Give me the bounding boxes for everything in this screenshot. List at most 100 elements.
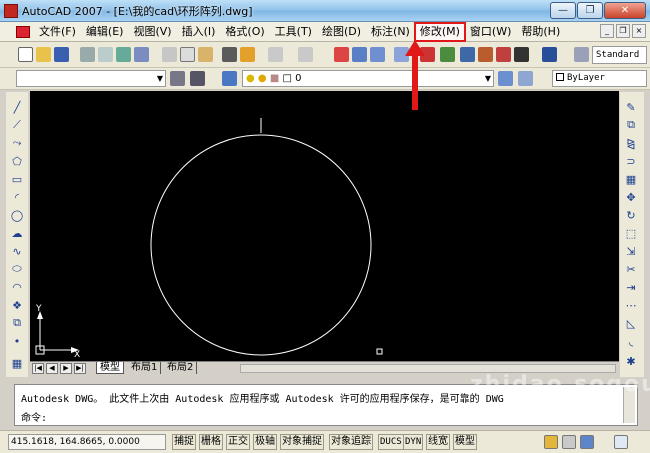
ortho-toggle[interactable]: 正交: [226, 434, 250, 450]
redo-icon[interactable]: [298, 47, 313, 62]
insert-block-icon[interactable]: ❖: [10, 298, 24, 312]
polygon-icon[interactable]: ⬠: [10, 154, 24, 168]
ellipse-arc-icon[interactable]: ◠: [10, 280, 24, 294]
layer-select[interactable]: ● ● ■ □ 0 ▼: [242, 70, 494, 87]
3d-publish-icon[interactable]: [134, 47, 149, 62]
make-block-icon[interactable]: ⧉: [10, 316, 24, 330]
menu-modify[interactable]: 修改(M): [413, 21, 466, 42]
workspace-save-icon[interactable]: [190, 71, 205, 86]
explode-icon[interactable]: ✱: [624, 354, 638, 368]
menu-help[interactable]: 帮助(H): [516, 23, 565, 41]
polar-toggle[interactable]: 极轴: [253, 434, 277, 450]
menu-tools[interactable]: 工具(T): [270, 23, 317, 41]
move-icon[interactable]: ✥: [624, 190, 638, 204]
break-icon[interactable]: ⋯: [624, 298, 638, 312]
markup-icon[interactable]: [496, 47, 511, 62]
clean-screen-icon[interactable]: [614, 435, 628, 449]
workspace-settings-icon[interactable]: [170, 71, 185, 86]
mirror-icon[interactable]: ⧎: [624, 136, 638, 150]
spline-icon[interactable]: ∿: [10, 244, 24, 258]
pan-icon[interactable]: [334, 47, 349, 62]
rotate-icon[interactable]: ↻: [624, 208, 638, 222]
cut-icon[interactable]: [162, 47, 177, 62]
last-tab-icon[interactable]: ▶|: [74, 363, 86, 374]
undo-icon[interactable]: [268, 47, 283, 62]
tray-settings-icon[interactable]: [580, 435, 594, 449]
menu-format[interactable]: 格式(O): [220, 23, 269, 41]
document-icon[interactable]: [16, 25, 30, 38]
calculator-icon[interactable]: [514, 47, 529, 62]
point-icon[interactable]: •: [10, 334, 24, 348]
communication-center-icon[interactable]: [544, 435, 558, 449]
osnap-toggle[interactable]: 对象捕捉: [280, 434, 324, 450]
close-button[interactable]: ✕: [604, 2, 646, 19]
next-tab-icon[interactable]: ▶: [60, 363, 72, 374]
rectangle-icon[interactable]: ▭: [10, 172, 24, 186]
hatch-icon[interactable]: ▦: [10, 356, 24, 370]
extend-icon[interactable]: ⇥: [624, 280, 638, 294]
color-select[interactable]: ByLayer: [552, 70, 647, 87]
grip-square[interactable]: [376, 348, 383, 355]
new-icon[interactable]: [18, 47, 33, 62]
paste-icon[interactable]: [198, 47, 213, 62]
make-current-layer-icon[interactable]: [498, 71, 513, 86]
text-style-icon[interactable]: [574, 47, 589, 62]
menu-window[interactable]: 窗口(W): [465, 23, 516, 41]
publish-icon[interactable]: [116, 47, 131, 62]
otrack-toggle[interactable]: 对象追踪: [329, 434, 373, 450]
array-icon[interactable]: ▦: [624, 172, 638, 186]
tab-model[interactable]: 模型: [96, 362, 124, 374]
block-editor-icon[interactable]: [240, 47, 255, 62]
doc-minimize-icon[interactable]: _: [600, 24, 614, 38]
menu-view[interactable]: 视图(V): [128, 23, 176, 41]
save-icon[interactable]: [54, 47, 69, 62]
erase-icon[interactable]: ✎: [624, 100, 638, 114]
copy-icon[interactable]: [180, 47, 195, 62]
menu-file[interactable]: 文件(F): [34, 23, 81, 41]
menu-insert[interactable]: 插入(I): [177, 23, 221, 41]
tab-layout1[interactable]: 布局1: [128, 362, 162, 374]
text-style-select[interactable]: Standard: [592, 46, 647, 64]
open-icon[interactable]: [36, 47, 51, 62]
prev-tab-icon[interactable]: ◀: [46, 363, 58, 374]
menu-draw[interactable]: 绘图(D): [317, 23, 366, 41]
offset-icon[interactable]: ⊃: [624, 154, 638, 168]
tool-palettes-icon[interactable]: [460, 47, 475, 62]
menu-dimension[interactable]: 标注(N): [366, 23, 415, 41]
copy-object-icon[interactable]: ⧉: [624, 118, 638, 132]
zoom-window-icon[interactable]: [370, 47, 385, 62]
tab-layout2[interactable]: 布局2: [164, 362, 198, 374]
workspace-select[interactable]: ▼: [16, 70, 166, 87]
chamfer-icon[interactable]: ◺: [624, 316, 638, 330]
sheet-set-icon[interactable]: [478, 47, 493, 62]
autocad-app-icon[interactable]: [4, 3, 18, 18]
polyline-icon[interactable]: ⤳: [10, 136, 24, 150]
preview-icon[interactable]: [98, 47, 113, 62]
revision-cloud-icon[interactable]: ☁: [10, 226, 24, 240]
first-tab-icon[interactable]: |◀: [32, 363, 44, 374]
help-icon[interactable]: [542, 47, 557, 62]
construction-line-icon[interactable]: ⟋: [10, 118, 24, 132]
ducs-toggle[interactable]: DUCS: [378, 434, 404, 450]
doc-close-icon[interactable]: ×: [632, 24, 646, 38]
maximize-button[interactable]: ❐: [577, 2, 603, 19]
drawing-canvas[interactable]: X Y: [30, 91, 619, 362]
trim-icon[interactable]: ✂: [624, 262, 638, 276]
design-center-icon[interactable]: [440, 47, 455, 62]
lineweight-toggle[interactable]: 线宽: [426, 434, 450, 450]
line-icon[interactable]: ╱: [10, 100, 24, 114]
circle-icon[interactable]: ◯: [10, 208, 24, 222]
stretch-icon[interactable]: ⇲: [624, 244, 638, 258]
dyn-toggle[interactable]: DYN: [403, 434, 424, 450]
snap-toggle[interactable]: 捕捉: [172, 434, 196, 450]
drawn-circle[interactable]: [150, 134, 372, 356]
menu-edit[interactable]: 编辑(E): [81, 23, 129, 41]
print-icon[interactable]: [80, 47, 95, 62]
model-toggle[interactable]: 模型: [453, 434, 477, 450]
zoom-realtime-icon[interactable]: [352, 47, 367, 62]
lock-toolbar-icon[interactable]: [562, 435, 576, 449]
ellipse-icon[interactable]: ⬭: [10, 262, 24, 276]
doc-restore-icon[interactable]: ❐: [616, 24, 630, 38]
scale-icon[interactable]: ⬚: [624, 226, 638, 240]
fillet-icon[interactable]: ◟: [624, 334, 638, 348]
